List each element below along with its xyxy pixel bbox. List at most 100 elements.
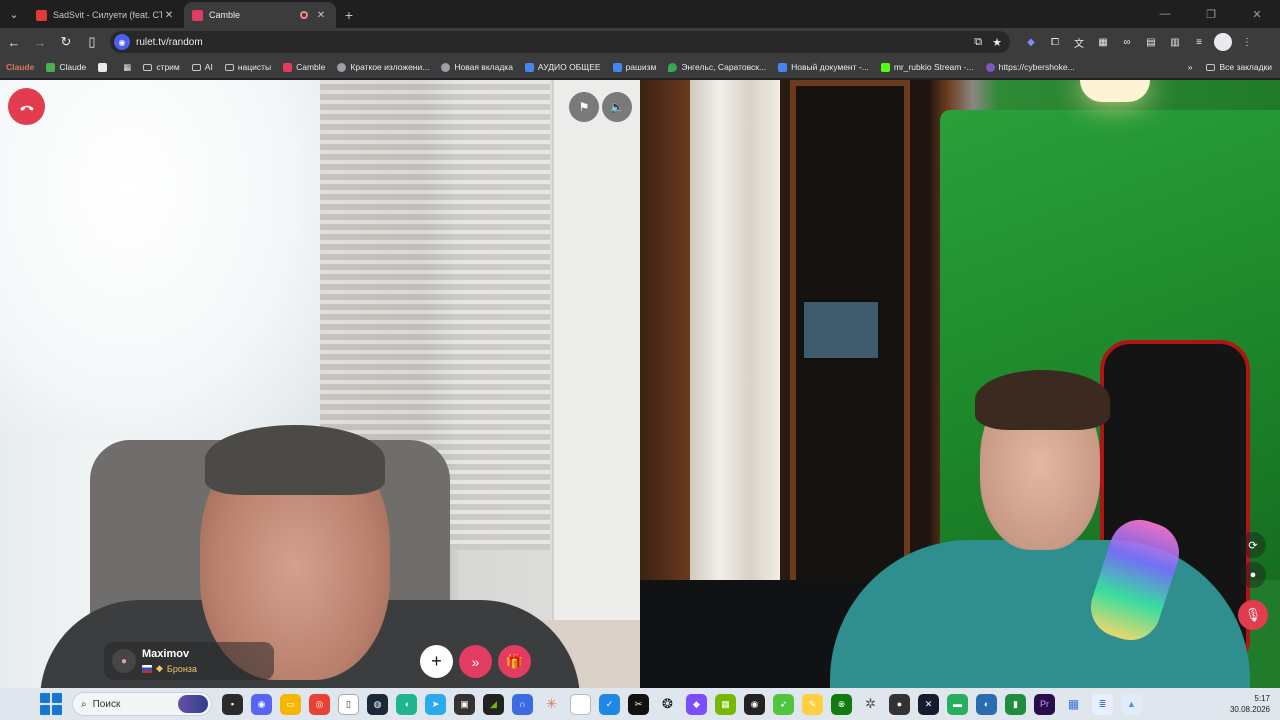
reader-icon[interactable]: ▥ (1166, 33, 1184, 51)
call-actions: + » 🎁 (420, 645, 531, 678)
close-window-icon[interactable]: ✕ (1234, 0, 1280, 28)
close-tab-icon[interactable]: ✕ (314, 10, 328, 21)
calendar-icon[interactable]: ▤ (1142, 33, 1160, 51)
app-green2-icon[interactable]: ▬ (947, 693, 968, 715)
extension-shield-icon[interactable]: ◆ (1022, 33, 1040, 51)
check-icon[interactable]: ✓ (599, 693, 620, 715)
bookmark-summary[interactable]: Краткое изложени... (337, 62, 429, 72)
site-info-icon[interactable]: ◉ (114, 34, 130, 50)
restore-icon[interactable]: ❐ (1188, 0, 1234, 28)
sidepanel-icon[interactable]: ▯ (80, 30, 104, 54)
terminal-icon[interactable]: ▣ (454, 693, 475, 715)
chrome-icon[interactable]: ◎ (309, 693, 330, 715)
steam-icon[interactable]: ◍ (367, 693, 388, 715)
volume-button[interactable]: 🔈 (602, 92, 632, 122)
os-taskbar: ⌕ Поиск ▪ ◉ ▭ ◎ ▯ ◍ ◖ ➤ ▣ ◢ ∩ ✳ ✓ ✂ ❂ ◆ … (0, 688, 1280, 720)
gamepad-icon[interactable]: ◐ (976, 693, 997, 715)
bookmark-stream[interactable]: mr_rubkio Stream -... (880, 62, 974, 72)
bookmark-star-icon[interactable]: ★ (992, 36, 1002, 49)
app-grid-icon[interactable]: ▦ (1063, 693, 1084, 715)
search-label: Поиск (92, 698, 121, 710)
peer-hair (205, 425, 385, 495)
tab-sadsvit[interactable]: SadSvit - Силуети (feat. СТРУКТУ ✕ (28, 2, 184, 28)
settings-gear-icon[interactable]: ✲ (860, 693, 881, 715)
bookmark-cybershoke[interactable]: https://cybershoke... (985, 62, 1075, 72)
bookmark-label: Claude (59, 62, 87, 72)
bookmark-new-doc[interactable]: Новый документ -... (778, 62, 869, 72)
next-button[interactable]: » (459, 645, 492, 678)
translate-icon[interactable]: 文 (1070, 33, 1088, 51)
new-tab-button[interactable]: + (336, 2, 362, 28)
bookmark-audio[interactable]: АУДИО ОБЩЕЕ (524, 62, 601, 72)
tab-search-button[interactable]: ⌄ (0, 0, 28, 28)
app-white-icon[interactable] (570, 693, 591, 715)
nvidia-app-icon[interactable]: ▦ (715, 693, 736, 715)
bookmark-camble[interactable]: Camble (283, 62, 325, 72)
task-view-icon[interactable]: ▪ (222, 693, 243, 715)
recording-indicator-icon (300, 11, 308, 19)
system-clock[interactable]: 5:17 30.08.2026 (1230, 693, 1270, 715)
hang-up-button[interactable] (8, 88, 45, 125)
minimize-icon[interactable]: — (1142, 0, 1188, 28)
spotify-like-icon[interactable]: ➶ (773, 693, 794, 715)
taskbar-search[interactable]: ⌕ Поиск (72, 692, 212, 716)
bookmark-apps[interactable]: ▦ (123, 62, 131, 73)
photos-icon[interactable]: ▲ (1121, 693, 1142, 715)
grid-icon[interactable]: ▦ (1094, 33, 1112, 51)
close-tab-icon[interactable]: ✕ (162, 10, 176, 21)
folder-icon (191, 63, 201, 71)
notes-icon[interactable]: ≣ (1092, 693, 1113, 715)
bookmark-folder-stream[interactable]: стрим (143, 62, 180, 72)
bookmark-folder-natsisty[interactable]: нацисты (224, 62, 271, 72)
microphone-button[interactable]: 🎙 (1238, 600, 1268, 630)
nvidia-icon[interactable]: ◢ (483, 693, 504, 715)
discord-icon[interactable]: ◉ (251, 693, 272, 715)
extensions-puzzle-icon[interactable]: ⧠ (1046, 33, 1064, 51)
arc-icon[interactable]: ∩ (512, 693, 533, 715)
add-friend-button[interactable]: + (420, 645, 453, 678)
app-purple-icon[interactable]: ◆ (686, 693, 707, 715)
capcut-icon[interactable]: ✂ (628, 693, 649, 715)
self-video (640, 80, 1280, 688)
file-explorer-icon[interactable]: ▭ (280, 693, 301, 715)
x-app-icon[interactable]: ✕ (918, 693, 939, 715)
bookmark-label: mr_rubkio Stream -... (893, 62, 974, 72)
peer-info-card[interactable]: ● Maximov ◆ Бронза (104, 642, 274, 680)
back-icon[interactable]: ← (2, 30, 26, 54)
xbox-icon[interactable]: ⊗ (831, 693, 852, 715)
media-control-icon[interactable]: ≡ (1190, 33, 1208, 51)
report-flag-button[interactable]: ⚑ (569, 92, 599, 122)
windows-start-icon[interactable] (40, 693, 62, 715)
claude-taskbar-icon[interactable]: ✳ (541, 693, 562, 715)
profile-avatar[interactable]: ◐ (1214, 33, 1232, 51)
reload-icon[interactable]: ↻ (54, 30, 78, 54)
link-icon[interactable]: ∞ (1118, 33, 1136, 51)
forward-icon[interactable]: → (28, 30, 52, 54)
address-bar[interactable]: ◉ rulet.tv/random ⧉ ★ (110, 31, 1010, 53)
bookmark-claude[interactable]: Claude (46, 62, 86, 72)
more-bookmarks-button[interactable]: » (1188, 62, 1193, 72)
telegram-icon[interactable]: ➤ (425, 693, 446, 715)
bookmark-claude-text[interactable]: Claude (6, 62, 34, 72)
bookmark-rashizm[interactable]: рашизм (612, 62, 657, 72)
chart-app-icon[interactable]: ▮ (1005, 693, 1026, 715)
tab-camble[interactable]: Camble ✕ (184, 2, 336, 28)
gift-button[interactable]: 🎁 (498, 645, 531, 678)
premiere-icon[interactable]: Pr (1034, 693, 1055, 715)
bookmark-engels[interactable]: Энгельс, Саратовск... (668, 62, 766, 72)
install-app-icon[interactable]: ⧉ (974, 36, 982, 49)
menu-kebab-icon[interactable]: ⋮ (1238, 33, 1256, 51)
camera-app-icon[interactable]: ● (889, 693, 910, 715)
bookmark-newtab[interactable]: Новая вкладка (441, 62, 513, 72)
bookmark-folder-ai[interactable]: AI (191, 62, 213, 72)
bookmark-blank[interactable] (98, 62, 111, 72)
bookmark-label: рашизм (625, 62, 657, 72)
obs-icon[interactable]: ◉ (744, 693, 765, 715)
paint-icon[interactable]: ✎ (802, 693, 823, 715)
settings-button[interactable]: ● (1240, 562, 1266, 588)
switch-camera-button[interactable]: ⟳ (1240, 532, 1266, 558)
openai-icon[interactable]: ❂ (657, 693, 678, 715)
notepad-icon[interactable]: ▯ (338, 693, 359, 715)
app-green-icon[interactable]: ◖ (396, 693, 417, 715)
all-bookmarks-button[interactable]: Все закладки (1206, 62, 1272, 72)
